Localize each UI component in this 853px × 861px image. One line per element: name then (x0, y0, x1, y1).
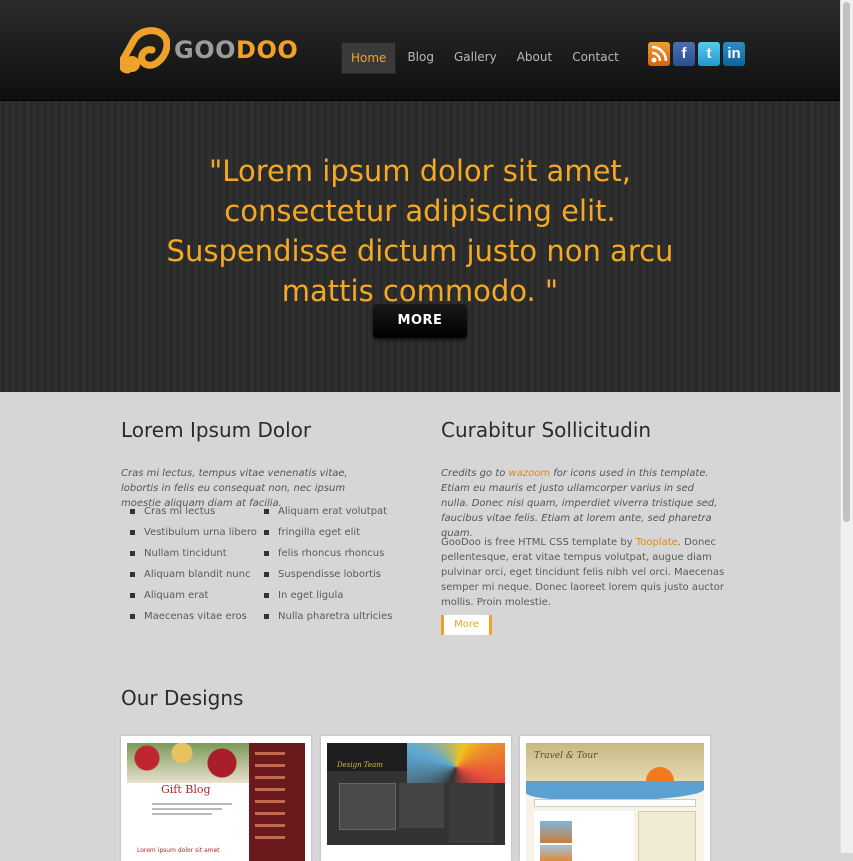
logo-icon (120, 27, 170, 74)
design-thumbnail-travel-tour[interactable]: Travel & Tour (520, 736, 710, 861)
list-item: Maecenas vitae eros (130, 610, 257, 631)
header: GOODOO Home Blog Gallery About Contact f… (0, 0, 841, 101)
swirl-graphic (407, 743, 505, 783)
tooplate-link[interactable]: Tooplate (636, 537, 678, 548)
design-thumbnail-design-team[interactable]: Design Team (321, 736, 511, 861)
list-item: Vestibulum urna libero (130, 526, 257, 547)
nav-gallery[interactable]: Gallery (445, 42, 506, 72)
bridge-photo-2 (540, 845, 572, 861)
scrollbar[interactable] (840, 0, 853, 853)
wazoom-link[interactable]: wazoom (509, 468, 551, 479)
social-links: f t in (648, 42, 748, 66)
list-item: Suspendisse lobortis (264, 568, 392, 589)
thumb-title: Travel & Tour (534, 751, 598, 761)
flowers-image (127, 743, 249, 783)
list-item: Nullam tincidunt (130, 547, 257, 568)
right-column-title: Curabitur Sollicitudin (441, 418, 652, 442)
main-nav: Home Blog Gallery About Contact (341, 42, 630, 74)
bridge-photo (540, 821, 572, 843)
design-thumbnail-gift-blog[interactable]: Gift Blog Lorem ipsum dolor sit amet (121, 736, 311, 861)
list-item: Nulla pharetra ultricies (264, 610, 392, 631)
logo[interactable]: GOODOO (120, 26, 298, 74)
twitter-icon[interactable]: t (698, 42, 720, 66)
rss-icon[interactable] (648, 42, 670, 66)
scrollbar-thumb[interactable] (843, 2, 850, 522)
linkedin-icon[interactable]: in (723, 42, 745, 66)
list-item: Aliquam erat (130, 589, 257, 610)
left-column-title: Lorem Ipsum Dolor (121, 418, 312, 442)
description-text: GooDoo is free HTML CSS template by Toop… (441, 537, 725, 608)
thumb-title: Design Team (337, 761, 383, 769)
sidebar-preview (249, 743, 305, 861)
nav-blog[interactable]: Blog (398, 42, 443, 72)
nav-about[interactable]: About (508, 42, 561, 72)
left-list-b: Aliquam erat volutpat fringilla eget eli… (264, 505, 392, 631)
list-item: felis rhoncus rhoncus (264, 547, 392, 568)
thumb-title: Gift Blog (161, 783, 211, 796)
list-item: In eget ligula (264, 589, 392, 610)
banner: "Lorem ipsum dolor sit amet, consectetur… (0, 101, 841, 392)
right-more-button[interactable]: More (441, 615, 492, 635)
list-item: fringilla eget elit (264, 526, 392, 547)
list-item: Cras mi lectus (130, 505, 257, 526)
designs-title: Our Designs (121, 686, 244, 710)
credits-text: Credits go to wazoom for icons used in t… (441, 468, 718, 539)
left-list-a: Cras mi lectus Vestibulum urna libero Nu… (130, 505, 257, 631)
list-item: Aliquam blandit nunc (130, 568, 257, 589)
banner-quote: "Lorem ipsum dolor sit amet, consectetur… (166, 154, 674, 308)
facebook-icon[interactable]: f (673, 42, 695, 66)
banner-more-button[interactable]: MORE (373, 304, 467, 338)
nav-contact[interactable]: Contact (563, 42, 628, 72)
list-item: Aliquam erat volutpat (264, 505, 392, 526)
logo-text: GOODOO (174, 36, 299, 64)
nav-home[interactable]: Home (341, 42, 397, 74)
